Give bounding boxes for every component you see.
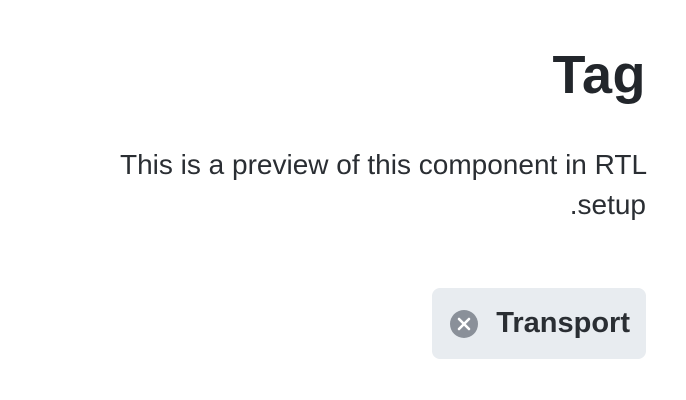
close-circle-icon[interactable] — [450, 309, 479, 338]
tag-chip: Transport — [432, 288, 646, 359]
description-text: This is a preview of this component in R… — [119, 149, 646, 220]
page-title: Tag — [552, 45, 646, 105]
page: Tag This is a preview of this component … — [0, 0, 686, 400]
tag-label: Transport — [496, 307, 630, 339]
